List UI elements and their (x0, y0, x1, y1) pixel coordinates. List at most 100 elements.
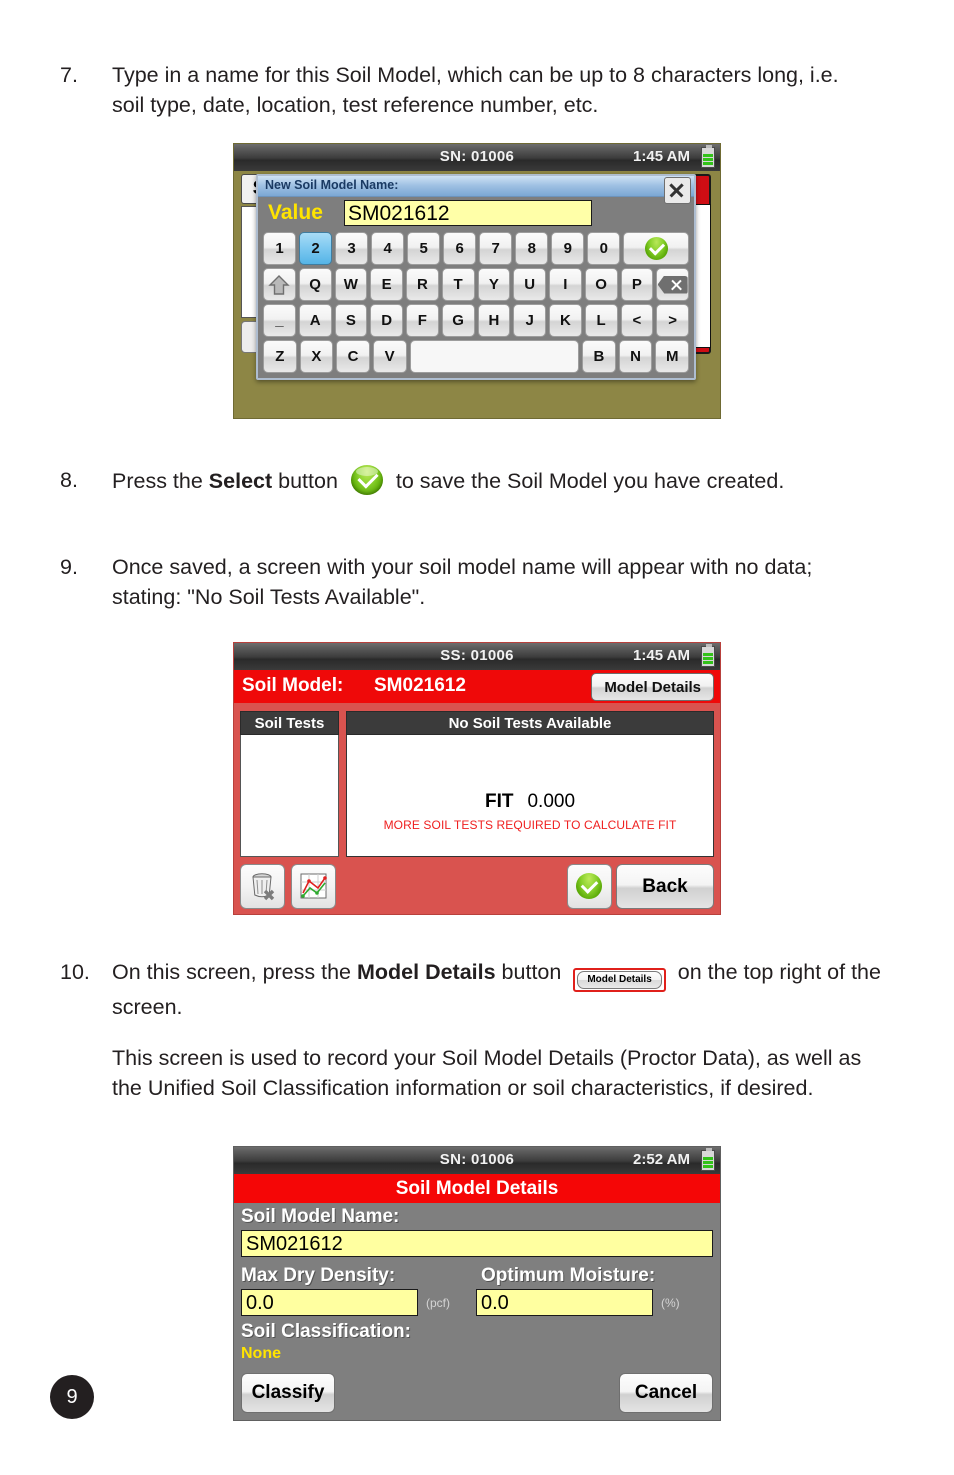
key-u[interactable]: U (513, 268, 546, 301)
key-a[interactable]: A (298, 304, 332, 337)
step-8: 8. Press the Select button to save the S… (60, 465, 890, 496)
optimum-moisture-value: 0.0 (481, 1292, 509, 1314)
chart-graph-icon[interactable] (291, 864, 336, 909)
step-10-seg2: button (495, 960, 568, 984)
key-9[interactable]: 9 (551, 232, 585, 265)
key-f[interactable]: F (406, 304, 439, 337)
key-4[interactable]: 4 (371, 232, 405, 265)
soil-tests-panel: Soil Tests (240, 711, 339, 857)
key-v[interactable]: V (372, 340, 407, 373)
key-l[interactable]: L (584, 304, 618, 337)
optimum-moisture-label: Optimum Moisture: (481, 1265, 656, 1286)
key-2[interactable]: 2 (299, 232, 333, 265)
key-space[interactable] (409, 340, 580, 373)
key-w[interactable]: W (334, 268, 368, 301)
model-details-button[interactable]: Model Details (591, 673, 714, 701)
device-screenshot-keyboard: SN: 01006 1:45 AM S New Soil Model Name:… (233, 143, 721, 419)
key-p[interactable]: P (620, 268, 654, 301)
model-name-input-value: SM021612 (348, 202, 450, 225)
inline-model-details-label: Model Details (577, 971, 662, 989)
key-x[interactable]: X (299, 340, 334, 373)
status-bar: SS: 01006 1:45 AM (234, 643, 720, 670)
step-9-text: Once saved, a screen with your soil mode… (112, 555, 813, 609)
key-greater-than[interactable]: > (656, 304, 689, 337)
step-8-number: 8. (60, 468, 78, 492)
classify-button[interactable]: Classify (241, 1373, 335, 1413)
new-soil-model-name-dialog: New Soil Model Name: Value SM021612 1 2 … (256, 174, 696, 380)
key-i[interactable]: I (549, 268, 582, 301)
step-10-seg1: On this screen, press the (112, 960, 357, 984)
step-9-number: 9. (60, 555, 78, 579)
key-z[interactable]: Z (263, 340, 297, 373)
keyboard-row-qwerty: Q W E R T Y U I O P (263, 268, 689, 301)
trash-delete-icon[interactable] (240, 864, 285, 909)
key-8[interactable]: 8 (515, 232, 549, 265)
step-10-text: On this screen, press the Model Details … (112, 957, 890, 1022)
key-m[interactable]: M (655, 340, 689, 373)
step-8-seg2: button (272, 469, 344, 493)
key-5[interactable]: 5 (407, 232, 441, 265)
keyboard-row-numbers: 1 2 3 4 5 6 7 8 9 0 (263, 232, 689, 265)
key-3[interactable]: 3 (335, 232, 369, 265)
key-r[interactable]: R (406, 268, 439, 301)
key-c[interactable]: C (336, 340, 370, 373)
model-name-input[interactable]: SM021612 (344, 200, 592, 226)
key-h[interactable]: H (477, 304, 511, 337)
step-8-seg3: to save the Soil Model you have created. (389, 469, 785, 493)
soil-model-name-input[interactable]: SM021612 (241, 1230, 713, 1257)
key-underscore[interactable]: _ (263, 304, 296, 337)
battery-icon (701, 644, 715, 667)
ok-check-icon[interactable] (567, 864, 612, 909)
device-screenshot-soil-model-details: SN: 01006 2:52 AM Soil Model Details Soi… (233, 1146, 721, 1421)
fit-value: 0.000 (527, 791, 576, 812)
key-q[interactable]: Q (298, 268, 332, 301)
soil-model-value: SM021612 (374, 675, 466, 696)
results-panel: No Soil Tests Available FIT 0.000 MORE SO… (346, 711, 714, 857)
step-10-bold: Model Details (356, 960, 496, 984)
key-d[interactable]: D (370, 304, 403, 337)
device-screenshot-soil-model: SS: 01006 1:45 AM Soil Model: SM021612 M… (233, 642, 721, 915)
bottom-toolbar: Back (234, 858, 720, 914)
key-b[interactable]: B (582, 340, 616, 373)
max-dry-density-input[interactable]: 0.0 (241, 1289, 418, 1316)
clock: 1:45 AM (633, 647, 690, 664)
value-label: Value (268, 201, 323, 224)
max-dry-density-label: Max Dry Density: (241, 1265, 396, 1286)
battery-icon (701, 1148, 715, 1171)
key-n[interactable]: N (618, 340, 653, 373)
optimum-moisture-input[interactable]: 0.0 (476, 1289, 653, 1316)
backspace-icon[interactable] (656, 268, 689, 301)
key-0[interactable]: 0 (587, 232, 621, 265)
step-8-text: Press the Select button to save the Soil… (112, 465, 784, 496)
key-1[interactable]: 1 (263, 232, 297, 265)
key-o[interactable]: O (584, 268, 618, 301)
soil-model-header: Soil Model: SM021612 Model Details (234, 670, 720, 703)
key-6[interactable]: 6 (443, 232, 477, 265)
key-k[interactable]: K (549, 304, 582, 337)
soil-classification-label: Soil Classification: (241, 1321, 411, 1342)
key-j[interactable]: J (513, 304, 546, 337)
soil-model-label: Soil Model: (242, 675, 344, 696)
dialog-titlebar: New Soil Model Name: (258, 176, 694, 204)
details-button-row: Classify Cancel (241, 1373, 713, 1413)
key-less-than[interactable]: < (620, 304, 654, 337)
step-10-paragraph: This screen is used to record your Soil … (112, 1046, 862, 1100)
key-y[interactable]: Y (477, 268, 511, 301)
key-t[interactable]: T (441, 268, 475, 301)
key-s[interactable]: S (334, 304, 368, 337)
ok-check-icon[interactable] (623, 232, 689, 265)
step-7-text: Type in a name for this Soil Model, whic… (112, 63, 839, 117)
soil-model-name-value: SM021612 (246, 1233, 343, 1255)
key-g[interactable]: G (441, 304, 475, 337)
soil-tests-list[interactable] (240, 735, 339, 857)
cancel-button[interactable]: Cancel (619, 1373, 713, 1413)
back-button[interactable]: Back (616, 864, 714, 909)
key-e[interactable]: E (370, 268, 403, 301)
key-7[interactable]: 7 (479, 232, 513, 265)
optimum-moisture-unit: (%) (661, 1295, 680, 1310)
results-body: FIT 0.000 MORE SOIL TESTS REQUIRED TO CAL… (346, 735, 714, 857)
battery-icon (701, 145, 715, 168)
shift-icon[interactable] (263, 268, 296, 301)
onscreen-keyboard: 1 2 3 4 5 6 7 8 9 0 Q W E R T Y U I O P … (263, 232, 689, 374)
step-9: 9. Once saved, a screen with your soil m… (60, 552, 860, 612)
